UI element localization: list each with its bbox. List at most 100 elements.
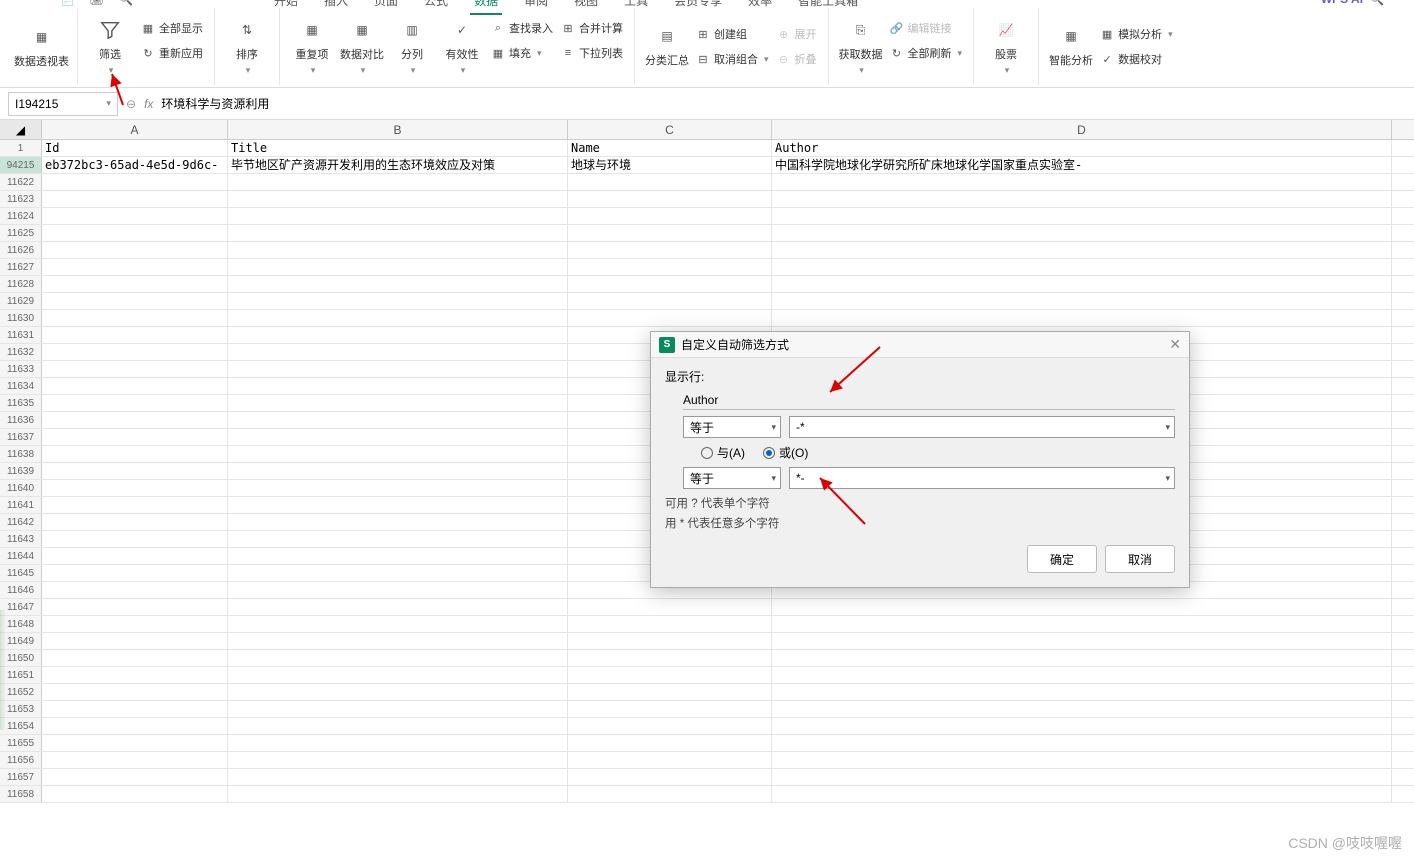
cell[interactable] bbox=[772, 667, 1392, 683]
cell[interactable] bbox=[42, 735, 228, 751]
row-header[interactable]: 11646 bbox=[0, 582, 42, 598]
preview-icon[interactable]: 🔍 bbox=[118, 0, 133, 6]
cell[interactable] bbox=[228, 565, 568, 581]
data-check-button[interactable]: ✓数据校对 bbox=[1100, 48, 1173, 70]
cell[interactable] bbox=[42, 599, 228, 615]
cell[interactable] bbox=[772, 718, 1392, 734]
simulate-button[interactable]: ▦模拟分析 bbox=[1100, 23, 1173, 45]
ungroup-button[interactable]: ⊟取消组合 bbox=[696, 48, 769, 70]
row-header[interactable]: 11642 bbox=[0, 514, 42, 530]
cell[interactable] bbox=[772, 259, 1392, 275]
cell[interactable] bbox=[42, 752, 228, 768]
cell[interactable] bbox=[42, 633, 228, 649]
cell[interactable] bbox=[42, 565, 228, 581]
validity-button[interactable]: ✓有效性 bbox=[438, 17, 486, 76]
cell[interactable] bbox=[772, 225, 1392, 241]
cell[interactable] bbox=[228, 378, 568, 394]
cell[interactable] bbox=[568, 616, 772, 632]
cell[interactable] bbox=[772, 242, 1392, 258]
row-header[interactable]: 11651 bbox=[0, 667, 42, 683]
cell[interactable] bbox=[42, 616, 228, 632]
cell[interactable] bbox=[568, 191, 772, 207]
cell[interactable] bbox=[568, 701, 772, 717]
cell[interactable] bbox=[228, 582, 568, 598]
cell[interactable] bbox=[568, 752, 772, 768]
cell[interactable] bbox=[228, 361, 568, 377]
cell[interactable] bbox=[772, 684, 1392, 700]
row-header[interactable]: 11637 bbox=[0, 429, 42, 445]
cell[interactable] bbox=[228, 786, 568, 802]
tab-data[interactable]: 数据 bbox=[470, 0, 502, 15]
ok-button[interactable]: 确定 bbox=[1027, 545, 1097, 573]
cell[interactable]: 地球与环境 bbox=[568, 157, 772, 173]
cell[interactable] bbox=[772, 616, 1392, 632]
cell[interactable] bbox=[568, 174, 772, 190]
cell[interactable] bbox=[42, 293, 228, 309]
row-header[interactable]: 11648 bbox=[0, 616, 42, 632]
select-all-corner[interactable]: ◢ bbox=[0, 120, 42, 139]
row-header[interactable]: 11624 bbox=[0, 208, 42, 224]
cell[interactable] bbox=[42, 310, 228, 326]
data-compare-button[interactable]: ▦数据对比 bbox=[338, 17, 386, 76]
cell[interactable] bbox=[42, 242, 228, 258]
search-icon[interactable]: 🔍 bbox=[1369, 0, 1384, 6]
cell[interactable]: Author bbox=[772, 140, 1392, 156]
row-header[interactable]: 11635 bbox=[0, 395, 42, 411]
sort-button[interactable]: ⇅ 排序 bbox=[223, 17, 271, 76]
dialog-titlebar[interactable]: S 自定义自动筛选方式 ✕ bbox=[651, 332, 1189, 358]
cell[interactable] bbox=[228, 531, 568, 547]
row-header[interactable]: 1 bbox=[0, 140, 42, 156]
cell[interactable] bbox=[228, 497, 568, 513]
refresh-all-button[interactable]: ↻全部刷新 bbox=[890, 42, 963, 64]
tab-tools[interactable]: 工具 bbox=[620, 0, 652, 15]
row-header[interactable]: 11631 bbox=[0, 327, 42, 343]
row-header[interactable]: 11658 bbox=[0, 786, 42, 802]
row-header[interactable]: 11625 bbox=[0, 225, 42, 241]
cell[interactable] bbox=[42, 463, 228, 479]
cell[interactable] bbox=[772, 633, 1392, 649]
cell[interactable] bbox=[772, 701, 1392, 717]
cell[interactable] bbox=[42, 208, 228, 224]
dropdown-list-button[interactable]: ≡下拉列表 bbox=[561, 42, 623, 64]
chevron-down-icon[interactable]: ▾ bbox=[106, 98, 111, 109]
cell[interactable] bbox=[42, 174, 228, 190]
col-header-B[interactable]: B bbox=[228, 120, 568, 139]
cell[interactable] bbox=[772, 174, 1392, 190]
row-header[interactable]: 11629 bbox=[0, 293, 42, 309]
cell[interactable] bbox=[228, 718, 568, 734]
reapply-button[interactable]: ↻重新应用 bbox=[141, 42, 203, 64]
row-header[interactable]: 11652 bbox=[0, 684, 42, 700]
tab-smart-toolbox[interactable]: 智能工具箱 bbox=[794, 0, 862, 15]
cell[interactable] bbox=[42, 684, 228, 700]
cell[interactable] bbox=[772, 769, 1392, 785]
cell[interactable] bbox=[42, 378, 228, 394]
cell[interactable] bbox=[42, 395, 228, 411]
cell[interactable] bbox=[42, 429, 228, 445]
cell[interactable]: eb372bc3-65ad-4e5d-9d6c- bbox=[42, 157, 228, 173]
condition1-value[interactable]: -*▾ bbox=[789, 416, 1175, 438]
row-header[interactable]: 11626 bbox=[0, 242, 42, 258]
cell[interactable]: Id bbox=[42, 140, 228, 156]
cell[interactable] bbox=[772, 276, 1392, 292]
cell[interactable] bbox=[42, 344, 228, 360]
tab-view[interactable]: 视图 bbox=[570, 0, 602, 15]
cell[interactable] bbox=[228, 633, 568, 649]
stocks-button[interactable]: 📈股票 bbox=[982, 17, 1030, 76]
cell[interactable] bbox=[42, 191, 228, 207]
cell[interactable] bbox=[228, 548, 568, 564]
filter-button[interactable]: 筛选 bbox=[86, 17, 134, 76]
cell[interactable] bbox=[228, 259, 568, 275]
cell[interactable] bbox=[228, 208, 568, 224]
cell[interactable] bbox=[42, 667, 228, 683]
save-icon[interactable]: 📄 bbox=[60, 0, 75, 6]
cell[interactable] bbox=[772, 191, 1392, 207]
cell[interactable] bbox=[42, 769, 228, 785]
cell[interactable] bbox=[42, 497, 228, 513]
formula-input[interactable]: 环境科学与资源利用 bbox=[161, 95, 1406, 112]
cell[interactable] bbox=[42, 548, 228, 564]
cell[interactable] bbox=[42, 225, 228, 241]
fill-button[interactable]: ▦填充 bbox=[491, 42, 553, 64]
cell[interactable] bbox=[568, 276, 772, 292]
cell[interactable] bbox=[568, 225, 772, 241]
condition2-operator[interactable]: 等于▾ bbox=[683, 467, 781, 489]
